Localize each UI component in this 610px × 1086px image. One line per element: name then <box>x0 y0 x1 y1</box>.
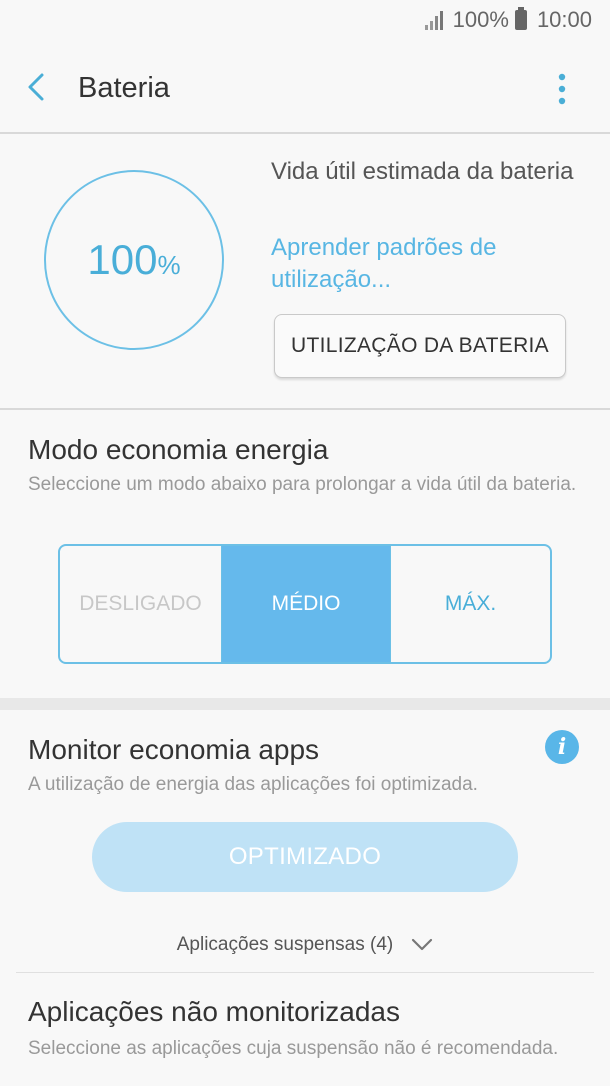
list-divider <box>16 972 594 973</box>
power-saving-section: Modo economia energia Seleccione um modo… <box>0 410 610 698</box>
battery-level-value: 100 <box>87 236 158 283</box>
unmonitored-apps-title[interactable]: Aplicações não monitorizadas <box>28 996 400 1028</box>
mode-option-max[interactable]: MÁX. <box>390 546 550 662</box>
battery-percent-status: 100% <box>452 7 509 32</box>
estimated-life-label: Vida útil estimada da bateria <box>271 158 574 185</box>
section-divider <box>0 698 610 710</box>
mode-option-off[interactable]: DESLIGADO <box>60 546 222 662</box>
unmonitored-apps-description: Seleccione as aplicações cuja suspensão … <box>28 1038 559 1059</box>
app-bar: Bateria <box>0 40 610 134</box>
app-monitor-title: Monitor economia apps <box>28 734 320 765</box>
battery-summary: 100 % Vida útil estimada da bateria Apre… <box>0 136 610 410</box>
battery-usage-button[interactable]: UTILIZAÇÃO DA BATERIA <box>274 314 566 378</box>
back-icon[interactable] <box>24 72 50 102</box>
mode-option-medium[interactable]: MÉDIO <box>222 546 390 662</box>
status-bar: 100% 10:00 <box>0 0 610 40</box>
battery-level-ring: 100 % <box>44 170 224 350</box>
learn-usage-link[interactable]: Aprender padrões de utilização... <box>271 232 591 296</box>
suspended-apps-toggle[interactable]: Aplicações suspensas (4) <box>0 930 610 960</box>
chevron-down-icon <box>412 938 433 951</box>
battery-icon <box>514 7 527 30</box>
more-options-icon[interactable] <box>552 72 572 106</box>
app-monitor-description: A utilização de energia das aplicações f… <box>28 774 478 795</box>
power-saving-description: Seleccione um modo abaixo para prolongar… <box>28 474 577 495</box>
power-saving-title: Modo economia energia <box>28 434 329 465</box>
battery-level-unit: % <box>157 249 181 280</box>
clock: 10:00 <box>536 7 592 32</box>
app-monitor-section: Monitor economia apps i A utilização de … <box>0 710 610 1086</box>
info-icon[interactable]: i <box>545 730 579 764</box>
signal-icon <box>424 11 443 30</box>
suspended-apps-label: Aplicações suspensas (4) <box>176 934 394 955</box>
optimized-button[interactable]: OPTIMIZADO <box>92 822 518 892</box>
power-mode-selector: DESLIGADO MÉDIO MÁX. <box>58 544 552 664</box>
page-title: Bateria <box>78 72 170 104</box>
